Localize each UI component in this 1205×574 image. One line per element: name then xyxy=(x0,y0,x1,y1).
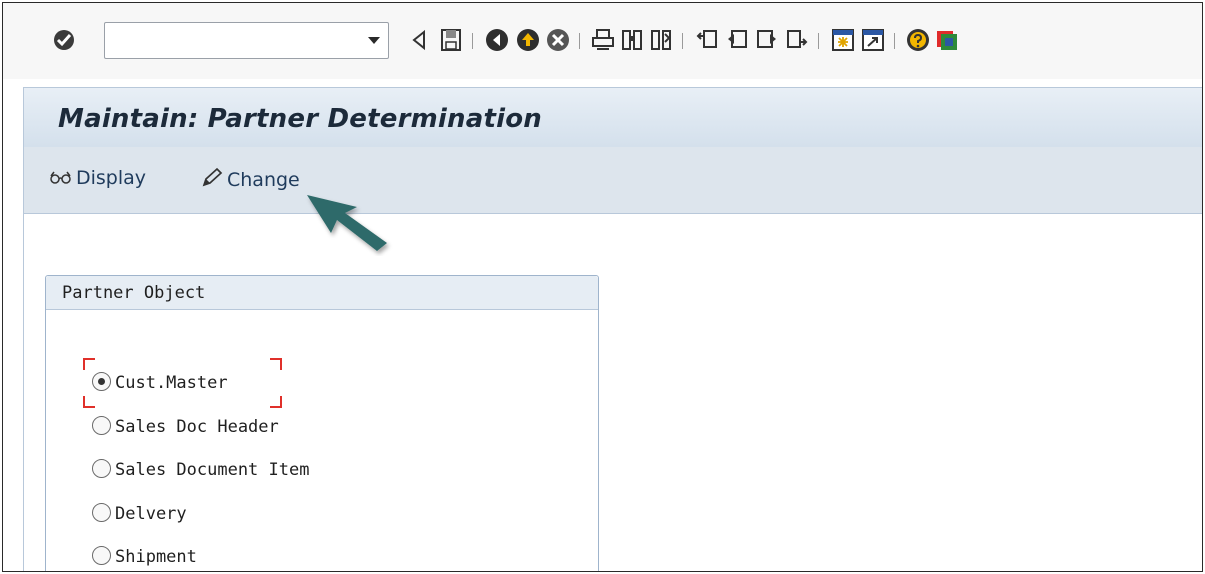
change-button[interactable]: Change xyxy=(200,167,300,191)
last-page-icon[interactable] xyxy=(785,28,809,52)
enter-icon[interactable] xyxy=(53,29,75,55)
radio-button[interactable] xyxy=(92,372,111,391)
help-icon[interactable] xyxy=(906,28,930,52)
save-icon[interactable] xyxy=(439,28,463,52)
radio-delivery[interactable]: Delvery xyxy=(92,503,187,529)
toolbar-separator xyxy=(579,33,580,49)
radio-button[interactable] xyxy=(92,416,111,435)
command-input[interactable] xyxy=(111,23,355,58)
radio-label: Sales Document Item xyxy=(115,460,310,480)
customize-layout-icon[interactable] xyxy=(935,28,959,52)
back-triangle-icon[interactable] xyxy=(408,28,432,52)
focus-marker xyxy=(270,396,282,408)
title-bar: Maintain: Partner Determination xyxy=(23,87,1202,147)
radio-button[interactable] xyxy=(92,546,111,565)
glasses-icon xyxy=(50,171,71,184)
page-title: Maintain: Partner Determination xyxy=(58,104,542,134)
chevron-down-icon[interactable] xyxy=(368,37,380,44)
display-label: Display xyxy=(76,167,147,189)
shortcut-icon[interactable] xyxy=(861,28,885,52)
find-next-icon[interactable] xyxy=(649,28,673,52)
radio-shipment[interactable]: Shipment xyxy=(92,546,197,571)
radio-button[interactable] xyxy=(92,503,111,522)
previous-page-icon[interactable] xyxy=(725,28,749,52)
radio-sales-doc-header[interactable]: Sales Doc Header xyxy=(92,416,279,442)
radio-button[interactable] xyxy=(92,459,111,478)
content-border xyxy=(23,214,24,571)
radio-cust-master[interactable]: Cust.Master xyxy=(92,372,228,398)
radio-label: Shipment xyxy=(115,547,197,567)
command-field[interactable] xyxy=(104,22,389,59)
back-icon[interactable] xyxy=(485,28,509,52)
focus-marker xyxy=(270,358,282,370)
radio-label: Delvery xyxy=(115,504,187,524)
next-page-icon[interactable] xyxy=(755,28,779,52)
pointer-arrow-icon xyxy=(307,195,387,251)
exit-icon[interactable] xyxy=(516,28,540,52)
group-title: Partner Object xyxy=(62,283,206,303)
first-page-icon[interactable] xyxy=(695,28,719,52)
find-icon[interactable] xyxy=(620,28,644,52)
radio-label: Cust.Master xyxy=(115,373,228,393)
cancel-icon[interactable] xyxy=(546,28,570,52)
group-header: Partner Object xyxy=(46,276,598,310)
application-toolbar: Display Change xyxy=(23,147,1202,214)
print-icon[interactable] xyxy=(591,28,615,52)
toolbar-separator xyxy=(894,33,895,49)
radio-sales-document-item[interactable]: Sales Document Item xyxy=(92,459,309,485)
partner-object-group: Partner Object Cust.Master Sales Doc Hea… xyxy=(45,275,599,571)
toolbar-separator xyxy=(682,33,683,49)
pencil-icon xyxy=(202,167,223,187)
focus-marker xyxy=(83,358,95,370)
change-label: Change xyxy=(227,169,300,191)
toolbar-separator xyxy=(818,33,819,49)
toolbar-separator xyxy=(472,33,473,49)
display-button[interactable]: Display xyxy=(49,167,146,189)
create-session-icon[interactable] xyxy=(831,28,855,52)
system-toolbar xyxy=(3,3,1202,79)
radio-label: Sales Doc Header xyxy=(115,417,279,437)
sap-window: Maintain: Partner Determination Display … xyxy=(2,2,1203,572)
